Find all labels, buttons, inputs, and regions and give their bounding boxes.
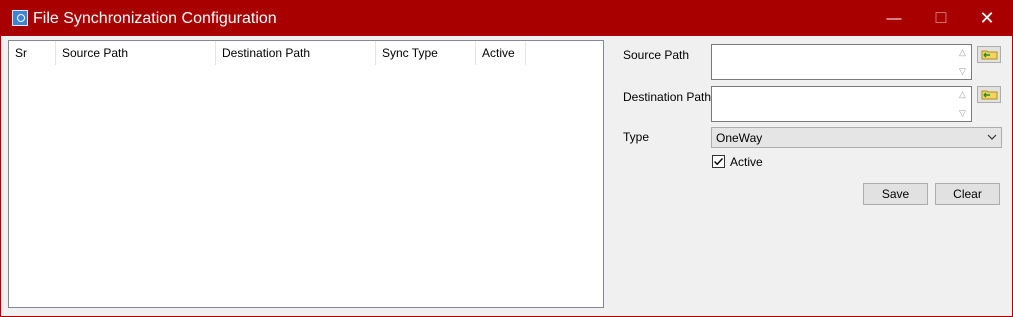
folder-icon <box>981 50 998 60</box>
maximize-button[interactable]: ☐ <box>918 1 964 36</box>
scroll-down-icon[interactable]: ▽ <box>954 108 971 119</box>
sync-list[interactable]: Sr Source Path Destination Path Sync Typ… <box>8 40 604 308</box>
save-button[interactable]: Save <box>863 183 928 205</box>
list-header: Sr Source Path Destination Path Sync Typ… <box>9 41 603 65</box>
window-title: File Synchronization Configuration <box>33 10 277 27</box>
source-path-field[interactable]: △ ▽ <box>711 44 972 80</box>
source-path-label: Source Path <box>623 48 690 62</box>
type-dropdown[interactable]: OneWay <box>711 127 1002 148</box>
chevron-down-icon[interactable] <box>986 131 998 143</box>
destination-path-scrollbar[interactable]: △ ▽ <box>954 87 971 121</box>
type-label: Type <box>623 130 650 144</box>
active-checkbox[interactable] <box>712 155 725 168</box>
main-window: File Synchronization Configuration — ☐ ✕… <box>0 0 1013 317</box>
close-button[interactable]: ✕ <box>964 1 1010 36</box>
checkmark-icon <box>714 158 724 166</box>
minimize-button[interactable]: — <box>871 1 917 36</box>
column-header-active[interactable]: Active <box>476 41 526 65</box>
destination-browse-button[interactable] <box>977 86 1001 103</box>
scroll-down-icon[interactable]: ▽ <box>954 66 971 77</box>
type-selected-value: OneWay <box>716 131 763 145</box>
destination-path-label: Destination Path <box>623 90 712 104</box>
clear-button[interactable]: Clear <box>935 183 1000 205</box>
scroll-up-icon[interactable]: △ <box>954 89 971 100</box>
column-header-sr[interactable]: Sr <box>9 41 56 65</box>
destination-path-field[interactable]: △ ▽ <box>711 86 972 122</box>
active-label[interactable]: Active <box>730 154 763 170</box>
column-header-sync-type[interactable]: Sync Type <box>376 41 476 65</box>
title-bar[interactable]: File Synchronization Configuration — ☐ ✕ <box>1 1 1012 36</box>
column-header-source-path[interactable]: Source Path <box>56 41 216 65</box>
column-header-destination-path[interactable]: Destination Path <box>216 41 376 65</box>
source-browse-button[interactable] <box>977 46 1001 63</box>
app-icon <box>12 10 28 26</box>
folder-icon <box>981 90 998 100</box>
source-path-scrollbar[interactable]: △ ▽ <box>954 45 971 79</box>
scroll-up-icon[interactable]: △ <box>954 47 971 58</box>
